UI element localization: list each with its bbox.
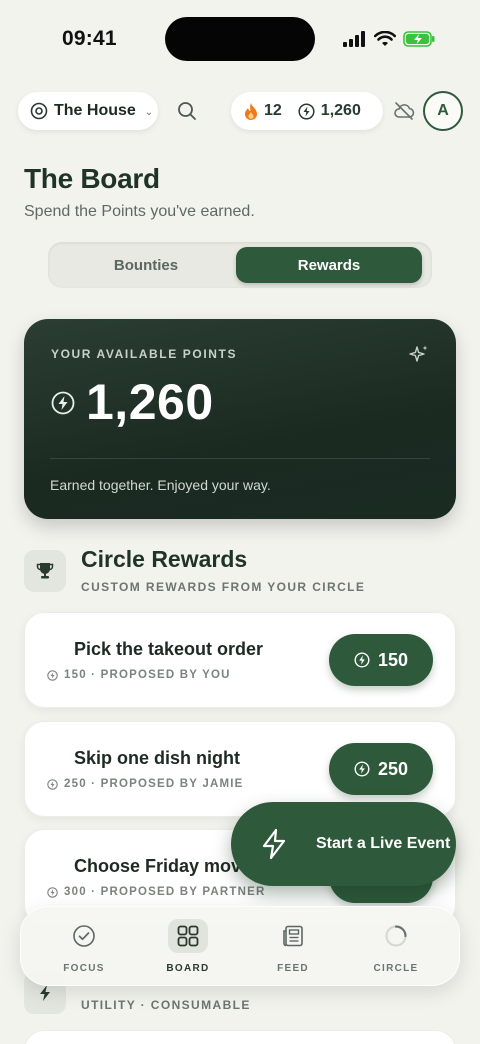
points-value: 1,260 bbox=[86, 374, 214, 430]
points-card: YOUR AVAILABLE POINTS 1,260 Earned toget… bbox=[24, 319, 456, 519]
tab-bounties[interactable]: Bounties bbox=[56, 247, 236, 283]
divider bbox=[50, 458, 430, 459]
start-live-event-button[interactable]: Start a Live Event bbox=[231, 802, 456, 886]
perks-subtitle: UTILITY · CONSUMABLE bbox=[81, 998, 251, 1012]
battery-icon bbox=[403, 31, 435, 47]
wifi-icon bbox=[374, 31, 396, 46]
tab-rewards[interactable]: Rewards bbox=[236, 247, 422, 283]
bolt-coin-icon bbox=[47, 886, 58, 898]
reward-title: Pick the takeout order bbox=[74, 639, 264, 659]
reward-title: Choose Friday mov bbox=[74, 856, 242, 876]
chevron-down-icon: ⌄ bbox=[144, 107, 154, 118]
loading-ring-icon bbox=[376, 919, 416, 953]
reward-card[interactable]: Pick the takeout order 150 · PROPOSED BY… bbox=[24, 612, 456, 708]
stats-pill[interactable]: 12 1,260 bbox=[231, 92, 383, 130]
search-icon[interactable] bbox=[176, 100, 198, 122]
sparkle-icon bbox=[409, 345, 428, 362]
grid-icon bbox=[168, 919, 208, 953]
bolt-coin-icon bbox=[51, 391, 75, 415]
points-count: 1,260 bbox=[320, 102, 361, 119]
reward-meta: 300 · PROPOSED BY PARTNER bbox=[47, 886, 265, 898]
redeem-button[interactable]: 150 bbox=[329, 634, 433, 686]
check-circle-icon bbox=[64, 919, 104, 953]
newspaper-icon bbox=[273, 919, 313, 953]
streak-count: 12 bbox=[264, 102, 282, 119]
bolt-coin-icon bbox=[47, 778, 58, 790]
reward-card[interactable] bbox=[24, 1030, 456, 1044]
reward-meta: 250 · PROPOSED BY JAMIE bbox=[47, 778, 244, 790]
status-time: 09:41 bbox=[62, 27, 117, 50]
points-tagline: Earned together. Enjoyed your way. bbox=[50, 477, 271, 493]
bolt-coin-icon bbox=[47, 669, 58, 681]
bolt-coin-icon bbox=[354, 652, 370, 668]
reward-meta: 150 · PROPOSED BY YOU bbox=[47, 669, 231, 681]
status-icons bbox=[343, 28, 435, 50]
nav-circle[interactable]: CIRCLE bbox=[356, 919, 436, 974]
reward-title: Skip one dish night bbox=[74, 748, 240, 768]
cloud-off-icon[interactable] bbox=[393, 100, 415, 122]
signal-icon bbox=[343, 31, 365, 47]
bolt-coin-icon bbox=[354, 761, 370, 777]
house-selector[interactable]: The House ⌄ bbox=[18, 92, 158, 130]
target-icon bbox=[30, 102, 48, 120]
lightning-icon bbox=[262, 828, 286, 860]
board-tabs: Bounties Rewards bbox=[48, 242, 432, 288]
trophy-icon bbox=[24, 550, 66, 592]
nav-feed[interactable]: FEED bbox=[253, 919, 333, 974]
page-subtitle: Spend the Points you've earned. bbox=[24, 203, 255, 220]
bottom-nav: FOCUS BOARD FEED CIRCLE bbox=[20, 906, 460, 986]
points-card-label: YOUR AVAILABLE POINTS bbox=[51, 347, 238, 361]
house-label: The House bbox=[54, 102, 136, 119]
redeem-button[interactable]: 250 bbox=[329, 743, 433, 795]
bolt-coin-icon bbox=[298, 102, 315, 120]
nav-focus[interactable]: FOCUS bbox=[44, 919, 124, 974]
flame-icon bbox=[245, 102, 257, 120]
page-title: The Board bbox=[24, 163, 160, 194]
dynamic-island bbox=[165, 17, 315, 61]
fab-label: Start a Live Event bbox=[316, 835, 451, 852]
section-subtitle: CUSTOM REWARDS FROM YOUR CIRCLE bbox=[81, 580, 366, 594]
avatar[interactable]: A bbox=[423, 91, 463, 131]
section-title: Circle Rewards bbox=[81, 546, 248, 572]
nav-board[interactable]: BOARD bbox=[148, 919, 228, 974]
